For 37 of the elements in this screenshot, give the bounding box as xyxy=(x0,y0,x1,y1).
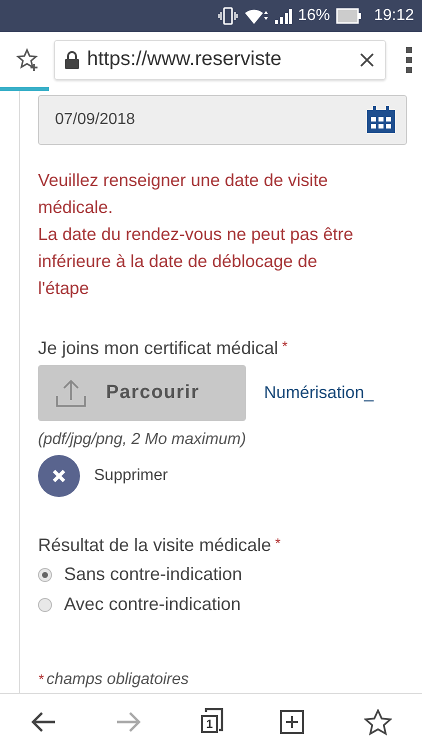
file-hint: (pdf/jpg/png, 2 Mo maximum) xyxy=(38,431,248,449)
forward-arrow-icon xyxy=(116,711,142,733)
lock-icon xyxy=(65,50,79,68)
wifi-icon xyxy=(244,7,268,25)
url-text: https://www.reserviste xyxy=(87,48,283,71)
url-field[interactable]: https://www.reserviste xyxy=(54,40,386,80)
signal-icon xyxy=(274,8,292,24)
required-note: champs obligatoires xyxy=(46,671,189,689)
field-label: Résultat de la visite médicale xyxy=(38,535,272,556)
remove-icon[interactable] xyxy=(38,455,80,497)
back-arrow-icon xyxy=(30,711,56,733)
field-label: Je joins mon certificat médical xyxy=(38,338,278,359)
vibrate-icon xyxy=(218,7,238,25)
radio-button[interactable] xyxy=(38,598,52,612)
close-icon[interactable] xyxy=(359,52,375,68)
star-plus-icon[interactable] xyxy=(16,48,40,72)
required-mark: * xyxy=(282,338,288,354)
battery-percent: 16% xyxy=(298,7,330,25)
upload-icon xyxy=(56,379,86,407)
browse-button[interactable]: Parcourir xyxy=(38,365,246,421)
error-message: La date du rendez-vous ne peut pas être inférieure à la date de déblocage de l'étape xyxy=(38,223,354,300)
tabs-button[interactable]: 1 xyxy=(198,708,224,736)
required-mark: * xyxy=(38,671,44,687)
required-mark: * xyxy=(275,535,281,551)
plus-square-icon xyxy=(280,710,304,734)
date-field[interactable]: 07/09/2018 xyxy=(38,95,407,145)
radio-button[interactable] xyxy=(38,568,52,582)
radio-label[interactable]: Sans contre-indication xyxy=(64,564,242,585)
radio-label[interactable]: Avec contre-indication xyxy=(64,594,241,615)
file-name: Numérisation_ xyxy=(264,383,374,403)
clock: 19:12 xyxy=(374,7,414,25)
star-icon xyxy=(364,708,392,736)
error-message: Veuillez renseigner une date de visite médicale. xyxy=(38,169,329,219)
calendar-icon[interactable] xyxy=(366,106,396,134)
menu-icon[interactable] xyxy=(406,46,412,72)
battery-icon xyxy=(336,8,362,24)
remove-link[interactable]: Supprimer xyxy=(94,467,168,485)
